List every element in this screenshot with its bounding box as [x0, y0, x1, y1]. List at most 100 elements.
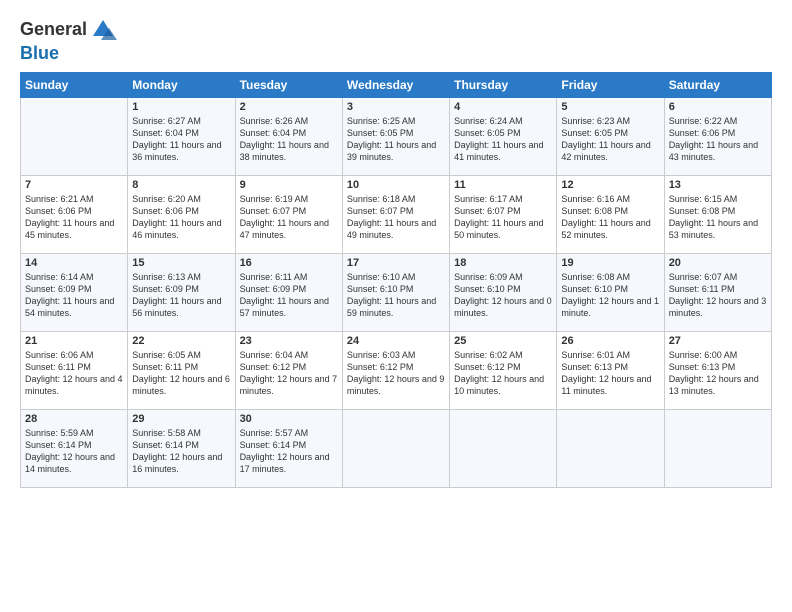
week-row-0: 1 Sunrise: 6:27 AM Sunset: 6:04 PM Dayli… [21, 97, 772, 175]
day-info: Sunrise: 6:23 AM Sunset: 6:05 PM Dayligh… [561, 115, 659, 164]
sunset-label: Sunset: 6:14 PM [240, 440, 307, 450]
daylight-label: Daylight: 12 hours and 10 minutes. [454, 374, 544, 396]
daylight-label: Daylight: 11 hours and 43 minutes. [669, 140, 758, 162]
day-info: Sunrise: 6:27 AM Sunset: 6:04 PM Dayligh… [132, 115, 230, 164]
day-number: 29 [132, 413, 230, 425]
sunrise-label: Sunrise: 6:05 AM [132, 350, 201, 360]
day-info: Sunrise: 5:57 AM Sunset: 6:14 PM Dayligh… [240, 427, 338, 476]
day-info: Sunrise: 6:08 AM Sunset: 6:10 PM Dayligh… [561, 271, 659, 320]
day-number: 25 [454, 335, 552, 347]
daylight-label: Daylight: 12 hours and 17 minutes. [240, 452, 330, 474]
daylight-label: Daylight: 12 hours and 7 minutes. [240, 374, 338, 396]
sunset-label: Sunset: 6:13 PM [669, 362, 736, 372]
sunrise-label: Sunrise: 6:07 AM [669, 272, 738, 282]
daylight-label: Daylight: 11 hours and 57 minutes. [240, 296, 329, 318]
day-info: Sunrise: 6:16 AM Sunset: 6:08 PM Dayligh… [561, 193, 659, 242]
sunset-label: Sunset: 6:11 PM [132, 362, 198, 372]
weekday-header-tuesday: Tuesday [235, 72, 342, 97]
day-cell: 3 Sunrise: 6:25 AM Sunset: 6:05 PM Dayli… [342, 97, 449, 175]
day-number: 18 [454, 257, 552, 269]
daylight-label: Daylight: 11 hours and 39 minutes. [347, 140, 436, 162]
sunset-label: Sunset: 6:14 PM [25, 440, 92, 450]
weekday-header-thursday: Thursday [450, 72, 557, 97]
sunset-label: Sunset: 6:11 PM [669, 284, 735, 294]
day-cell: 14 Sunrise: 6:14 AM Sunset: 6:09 PM Dayl… [21, 253, 128, 331]
day-info: Sunrise: 6:05 AM Sunset: 6:11 PM Dayligh… [132, 349, 230, 398]
day-info: Sunrise: 6:15 AM Sunset: 6:08 PM Dayligh… [669, 193, 767, 242]
sunset-label: Sunset: 6:04 PM [132, 128, 199, 138]
sunrise-label: Sunrise: 6:02 AM [454, 350, 523, 360]
sunset-label: Sunset: 6:08 PM [669, 206, 736, 216]
day-info: Sunrise: 6:03 AM Sunset: 6:12 PM Dayligh… [347, 349, 445, 398]
day-cell: 27 Sunrise: 6:00 AM Sunset: 6:13 PM Dayl… [664, 331, 771, 409]
sunset-label: Sunset: 6:14 PM [132, 440, 199, 450]
daylight-label: Daylight: 11 hours and 47 minutes. [240, 218, 329, 240]
day-cell: 28 Sunrise: 5:59 AM Sunset: 6:14 PM Dayl… [21, 409, 128, 487]
sunrise-label: Sunrise: 6:11 AM [240, 272, 308, 282]
day-cell: 8 Sunrise: 6:20 AM Sunset: 6:06 PM Dayli… [128, 175, 235, 253]
day-info: Sunrise: 6:01 AM Sunset: 6:13 PM Dayligh… [561, 349, 659, 398]
sunrise-label: Sunrise: 6:17 AM [454, 194, 523, 204]
logo: General Blue [20, 16, 117, 64]
sunrise-label: Sunrise: 6:22 AM [669, 116, 738, 126]
week-row-3: 21 Sunrise: 6:06 AM Sunset: 6:11 PM Dayl… [21, 331, 772, 409]
sunrise-label: Sunrise: 6:10 AM [347, 272, 416, 282]
sunset-label: Sunset: 6:10 PM [347, 284, 414, 294]
sunset-label: Sunset: 6:11 PM [25, 362, 91, 372]
daylight-label: Daylight: 11 hours and 41 minutes. [454, 140, 543, 162]
day-cell: 16 Sunrise: 6:11 AM Sunset: 6:09 PM Dayl… [235, 253, 342, 331]
day-cell: 13 Sunrise: 6:15 AM Sunset: 6:08 PM Dayl… [664, 175, 771, 253]
day-number: 3 [347, 101, 445, 113]
weekday-header-row: SundayMondayTuesdayWednesdayThursdayFrid… [21, 72, 772, 97]
day-number: 13 [669, 179, 767, 191]
day-cell: 18 Sunrise: 6:09 AM Sunset: 6:10 PM Dayl… [450, 253, 557, 331]
day-cell: 11 Sunrise: 6:17 AM Sunset: 6:07 PM Dayl… [450, 175, 557, 253]
day-number: 30 [240, 413, 338, 425]
logo-blue-text: Blue [20, 44, 117, 64]
logo-general: General [20, 19, 87, 39]
day-cell: 15 Sunrise: 6:13 AM Sunset: 6:09 PM Dayl… [128, 253, 235, 331]
day-number: 28 [25, 413, 123, 425]
day-info: Sunrise: 6:20 AM Sunset: 6:06 PM Dayligh… [132, 193, 230, 242]
day-cell: 2 Sunrise: 6:26 AM Sunset: 6:04 PM Dayli… [235, 97, 342, 175]
day-number: 23 [240, 335, 338, 347]
day-cell: 17 Sunrise: 6:10 AM Sunset: 6:10 PM Dayl… [342, 253, 449, 331]
day-number: 4 [454, 101, 552, 113]
sunset-label: Sunset: 6:06 PM [25, 206, 92, 216]
day-cell [557, 409, 664, 487]
daylight-label: Daylight: 12 hours and 11 minutes. [561, 374, 651, 396]
daylight-label: Daylight: 11 hours and 52 minutes. [561, 218, 650, 240]
day-info: Sunrise: 6:26 AM Sunset: 6:04 PM Dayligh… [240, 115, 338, 164]
sunset-label: Sunset: 6:12 PM [240, 362, 307, 372]
sunrise-label: Sunrise: 6:21 AM [25, 194, 94, 204]
sunrise-label: Sunrise: 5:58 AM [132, 428, 201, 438]
sunrise-label: Sunrise: 6:01 AM [561, 350, 630, 360]
day-number: 9 [240, 179, 338, 191]
sunrise-label: Sunrise: 6:08 AM [561, 272, 630, 282]
day-number: 21 [25, 335, 123, 347]
day-info: Sunrise: 6:21 AM Sunset: 6:06 PM Dayligh… [25, 193, 123, 242]
day-number: 17 [347, 257, 445, 269]
sunrise-label: Sunrise: 6:23 AM [561, 116, 630, 126]
daylight-label: Daylight: 12 hours and 14 minutes. [25, 452, 115, 474]
sunrise-label: Sunrise: 6:09 AM [454, 272, 523, 282]
header: General Blue [20, 16, 772, 64]
daylight-label: Daylight: 12 hours and 0 minutes. [454, 296, 552, 318]
sunset-label: Sunset: 6:13 PM [561, 362, 628, 372]
day-cell: 24 Sunrise: 6:03 AM Sunset: 6:12 PM Dayl… [342, 331, 449, 409]
logo-icon [89, 16, 117, 44]
day-info: Sunrise: 6:14 AM Sunset: 6:09 PM Dayligh… [25, 271, 123, 320]
daylight-label: Daylight: 11 hours and 54 minutes. [25, 296, 114, 318]
daylight-label: Daylight: 11 hours and 49 minutes. [347, 218, 436, 240]
weekday-header-wednesday: Wednesday [342, 72, 449, 97]
day-info: Sunrise: 6:06 AM Sunset: 6:11 PM Dayligh… [25, 349, 123, 398]
sunrise-label: Sunrise: 5:59 AM [25, 428, 94, 438]
sunrise-label: Sunrise: 6:18 AM [347, 194, 416, 204]
day-number: 7 [25, 179, 123, 191]
sunrise-label: Sunrise: 6:14 AM [25, 272, 94, 282]
day-info: Sunrise: 6:18 AM Sunset: 6:07 PM Dayligh… [347, 193, 445, 242]
day-number: 8 [132, 179, 230, 191]
daylight-label: Daylight: 12 hours and 4 minutes. [25, 374, 123, 396]
daylight-label: Daylight: 12 hours and 6 minutes. [132, 374, 230, 396]
sunset-label: Sunset: 6:06 PM [132, 206, 199, 216]
